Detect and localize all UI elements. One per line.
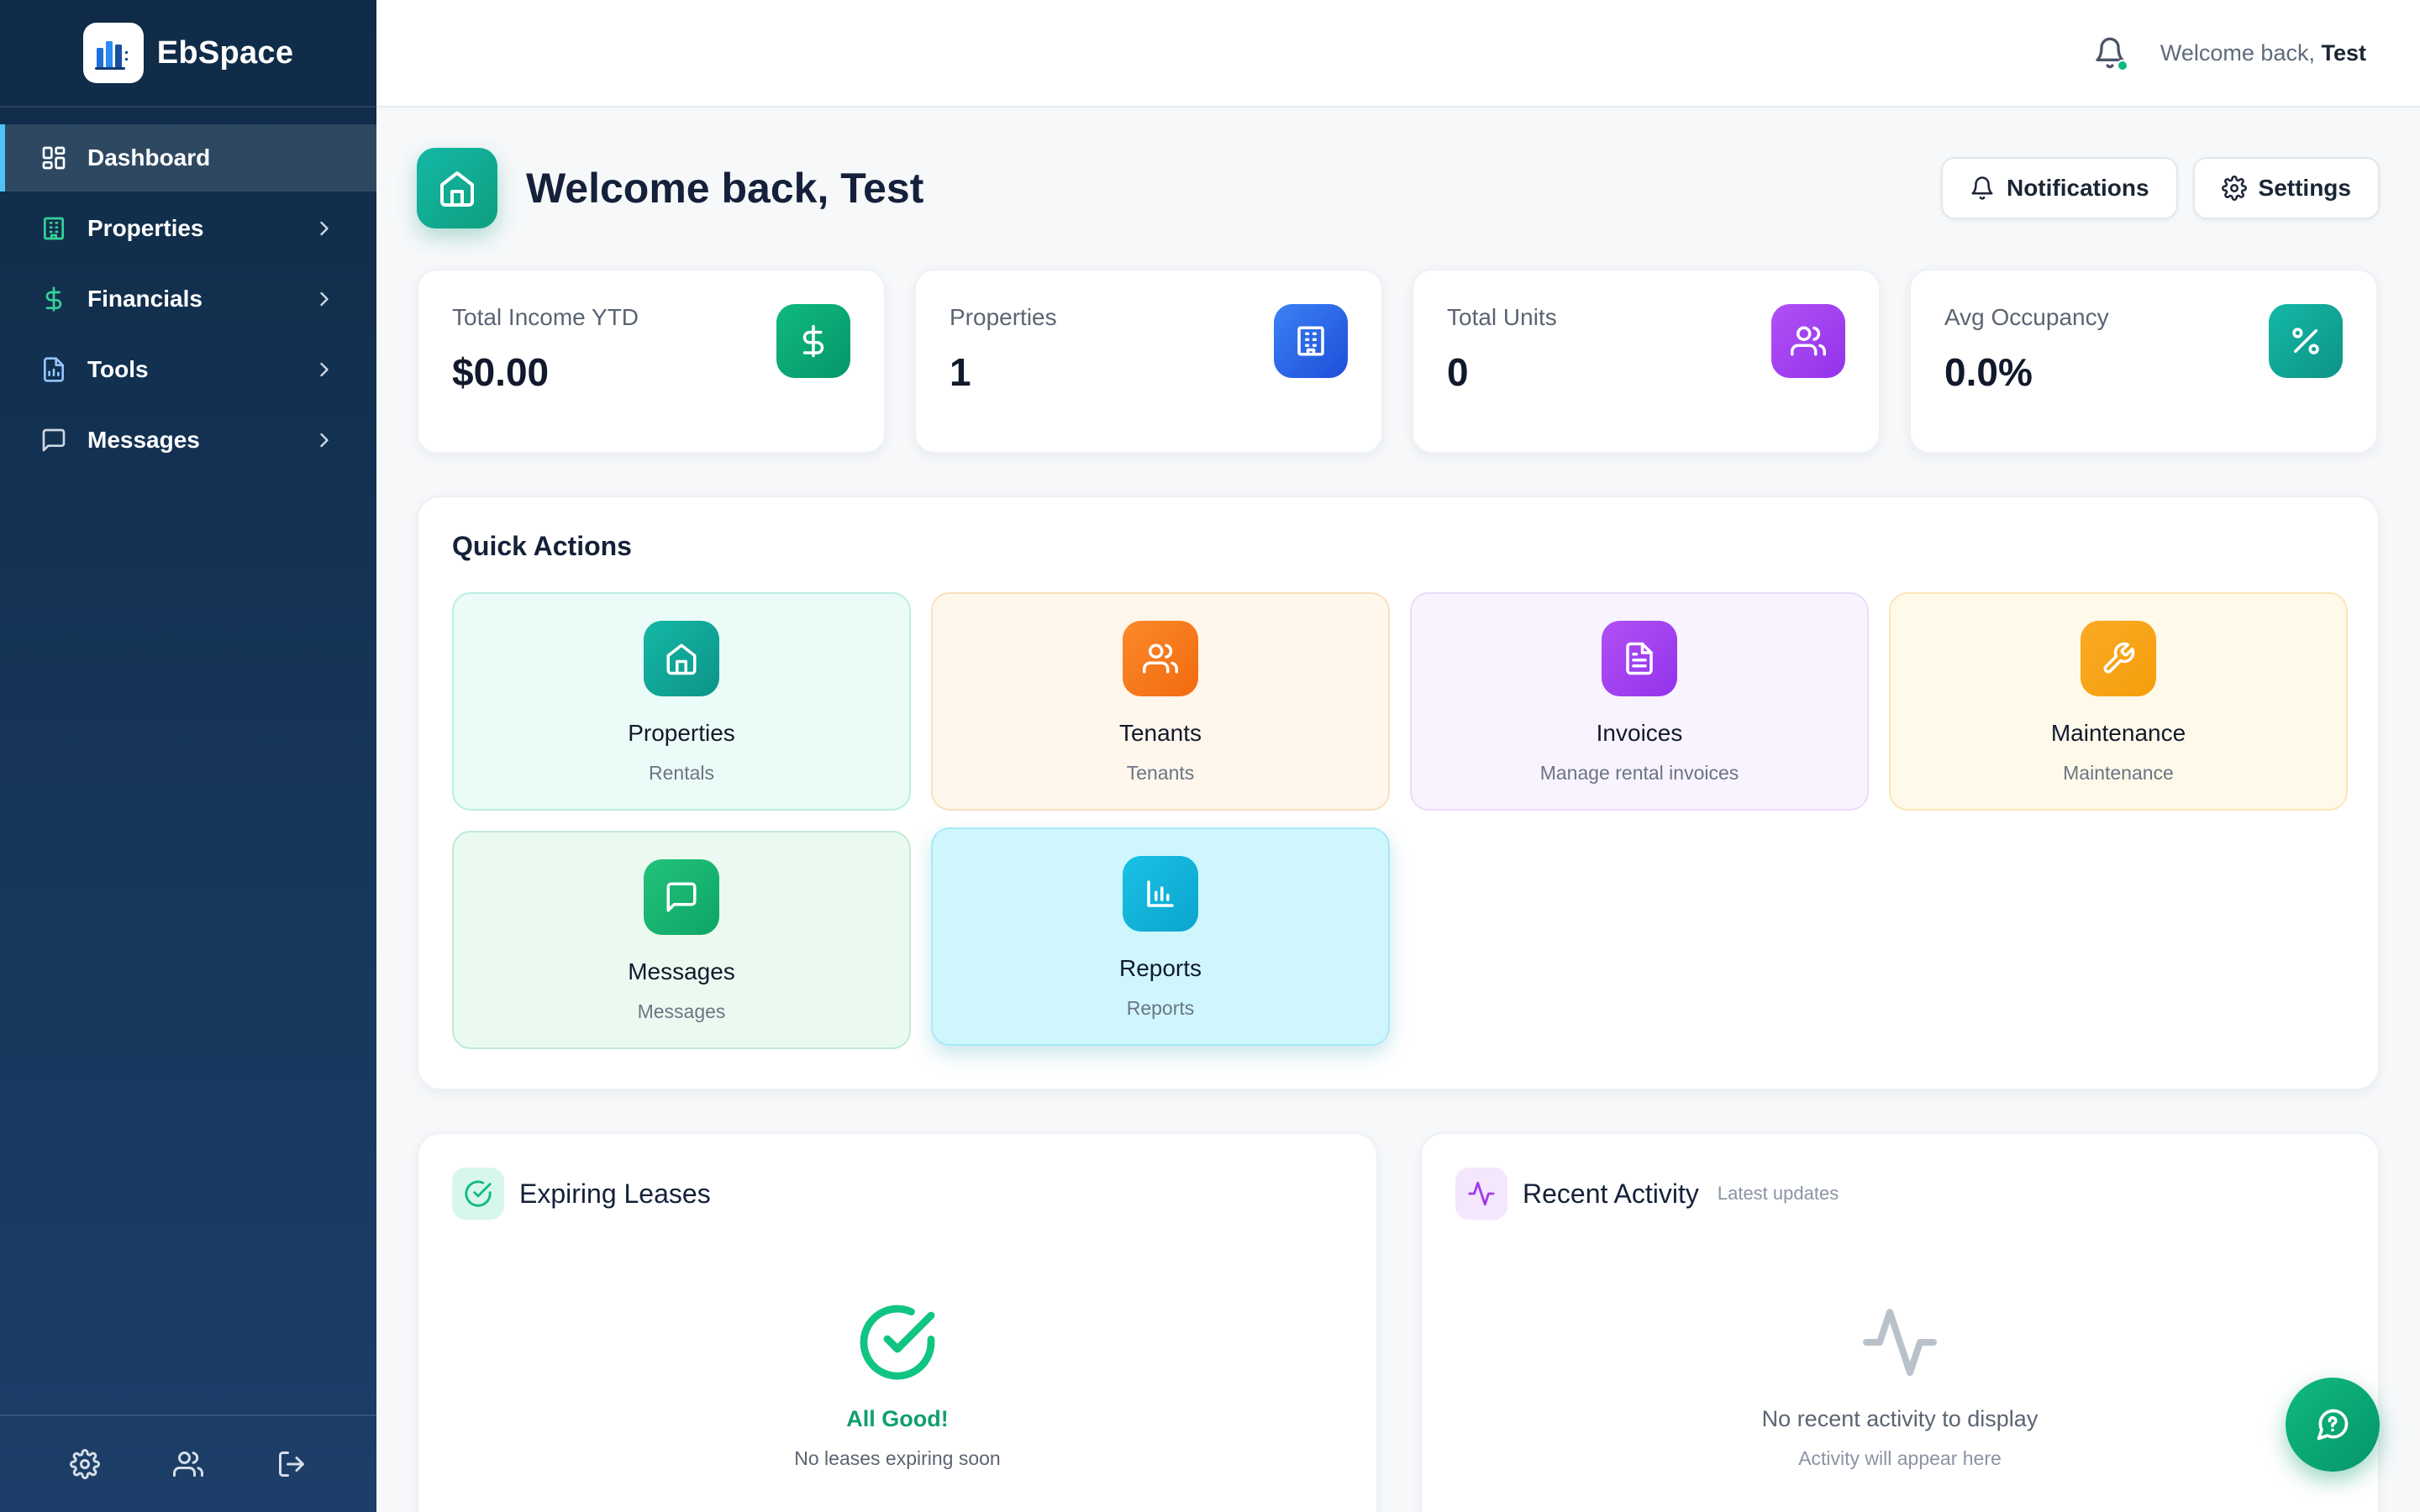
- sidebar-item-label: Financials: [87, 286, 203, 312]
- users-icon: [1123, 621, 1198, 696]
- logo-icon: [82, 23, 144, 83]
- home-icon: [644, 621, 719, 696]
- app-name: EbSpace: [156, 34, 294, 71]
- settings-icon[interactable]: [70, 1449, 101, 1479]
- quick-action-reports[interactable]: Reports Reports: [931, 827, 1390, 1046]
- page-header: Welcome back, Test Notifications Setting…: [417, 108, 2380, 269]
- chevron-right-icon: [320, 221, 329, 236]
- brand[interactable]: EbSpace: [0, 0, 376, 108]
- sidebar-item-tools[interactable]: Tools: [0, 336, 376, 403]
- empty-state-title: No recent activity to display: [1761, 1406, 2039, 1431]
- quick-action-messages[interactable]: Messages Messages: [452, 831, 911, 1049]
- page-title: Welcome back, Test: [526, 165, 924, 212]
- bottom-row: Expiring Leases All Good! No leases expi…: [417, 1132, 2380, 1512]
- quick-actions-grid: Properties Rentals Tenants Tenants Invoi…: [452, 592, 2348, 1049]
- recent-activity-subtitle: Latest updates: [1717, 1183, 1839, 1204]
- help-chat-icon: [2317, 1409, 2349, 1441]
- quick-action-title: Maintenance: [2050, 720, 2186, 746]
- quick-action-properties[interactable]: Properties Rentals: [452, 592, 911, 811]
- empty-state-subtitle: Activity will appear here: [1798, 1447, 2002, 1469]
- stat-card-properties: Properties 1: [914, 269, 1383, 454]
- notifications-button[interactable]: Notifications: [1940, 157, 2178, 219]
- sidebar: EbSpace Dashboard Properties Financials …: [0, 0, 376, 1512]
- quick-action-title: Reports: [1118, 955, 1202, 981]
- home-icon: [417, 148, 497, 228]
- dashboard-icon: [42, 146, 66, 170]
- percent-icon: [2269, 304, 2343, 378]
- success-check-icon: [860, 1305, 935, 1380]
- sidebar-nav: Dashboard Properties Financials Tools Me…: [0, 108, 376, 474]
- message-icon: [42, 428, 66, 452]
- sidebar-item-label: Dashboard: [87, 144, 211, 171]
- sidebar-item-messages[interactable]: Messages: [0, 407, 376, 474]
- activity-pulse-icon: [1863, 1309, 1937, 1376]
- expiring-leases-title: Expiring Leases: [519, 1178, 711, 1209]
- help-chat-button[interactable]: [2286, 1378, 2380, 1472]
- message-icon: [644, 859, 719, 935]
- sidebar-footer: [0, 1415, 376, 1512]
- wrench-icon: [2081, 621, 2156, 696]
- sidebar-item-label: Tools: [87, 356, 149, 382]
- quick-action-subtitle: Reports: [1126, 997, 1195, 1019]
- quick-actions-panel: Quick Actions Properties Rentals Tenants…: [417, 496, 2380, 1090]
- notifications-button-label: Notifications: [2006, 175, 2149, 201]
- check-circle-icon: [452, 1168, 504, 1220]
- activity-empty-state: No recent activity to display Activity w…: [1422, 1302, 2378, 1470]
- chart-icon: [1123, 856, 1198, 932]
- recent-activity-panel: Recent Activity Latest updates No recent…: [1420, 1132, 2380, 1512]
- chevron-right-icon: [320, 433, 329, 448]
- quick-action-subtitle: Manage rental invoices: [1539, 762, 1739, 784]
- quick-action-title: Properties: [628, 720, 735, 746]
- dollar-icon: [776, 304, 850, 378]
- sidebar-item-label: Messages: [87, 427, 200, 453]
- stat-card-income: Total Income YTD $0.00: [417, 269, 886, 454]
- greeting-prefix: Welcome back,: [2160, 39, 2315, 66]
- quick-action-maintenance[interactable]: Maintenance Maintenance: [1889, 592, 2348, 811]
- bell-icon: [1971, 176, 1993, 200]
- quick-action-title: Invoices: [1596, 720, 1683, 746]
- expiring-leases-panel: Expiring Leases All Good! No leases expi…: [417, 1132, 1378, 1512]
- building-icon: [44, 217, 64, 240]
- leases-empty-state: All Good! No leases expiring soon: [418, 1302, 1376, 1470]
- users-icon[interactable]: [172, 1449, 203, 1479]
- chevron-right-icon: [320, 362, 329, 377]
- user-greeting: Welcome back, Test: [2160, 40, 2366, 66]
- empty-state-subtitle: No leases expiring soon: [794, 1447, 1001, 1469]
- quick-action-title: Messages: [628, 958, 735, 984]
- stats-row: Total Income YTD $0.00 Properties 1 Tota…: [417, 269, 2380, 454]
- stat-card-units: Total Units 0: [1412, 269, 1881, 454]
- sidebar-item-dashboard[interactable]: Dashboard: [0, 124, 376, 192]
- dollar-icon: [45, 286, 62, 312]
- sidebar-item-label: Properties: [87, 215, 204, 241]
- settings-icon: [2221, 176, 2247, 201]
- chevron-right-icon: [320, 291, 329, 307]
- online-status-dot: [2116, 60, 2128, 71]
- document-icon: [44, 357, 64, 382]
- main-content: Welcome back, Test Notifications Setting…: [417, 108, 2380, 1512]
- quick-action-subtitle: Rentals: [649, 762, 714, 784]
- quick-actions-title: Quick Actions: [452, 531, 632, 561]
- building-icon: [1274, 304, 1348, 378]
- recent-activity-title: Recent Activity: [1523, 1178, 1699, 1209]
- topbar: Welcome back, Test: [376, 0, 2420, 108]
- notification-bell-button[interactable]: [2093, 36, 2128, 71]
- settings-button[interactable]: Settings: [2192, 157, 2380, 219]
- quick-action-invoices[interactable]: Invoices Manage rental invoices: [1410, 592, 1869, 811]
- logout-icon[interactable]: [276, 1449, 307, 1479]
- quick-action-subtitle: Messages: [637, 1000, 726, 1022]
- document-icon: [1602, 621, 1677, 696]
- sidebar-item-properties[interactable]: Properties: [0, 195, 376, 262]
- stat-card-occupancy: Avg Occupancy 0.0%: [1909, 269, 2378, 454]
- quick-action-tenants[interactable]: Tenants Tenants: [931, 592, 1390, 811]
- users-icon: [1771, 304, 1845, 378]
- quick-action-subtitle: Maintenance: [2063, 762, 2174, 784]
- sidebar-item-financials[interactable]: Financials: [0, 265, 376, 333]
- activity-icon: [1455, 1168, 1507, 1220]
- empty-state-title: All Good!: [846, 1406, 949, 1431]
- settings-button-label: Settings: [2258, 175, 2351, 201]
- quick-action-title: Tenants: [1118, 720, 1202, 746]
- user-name: Test: [2321, 39, 2366, 66]
- quick-action-subtitle: Tenants: [1126, 762, 1195, 784]
